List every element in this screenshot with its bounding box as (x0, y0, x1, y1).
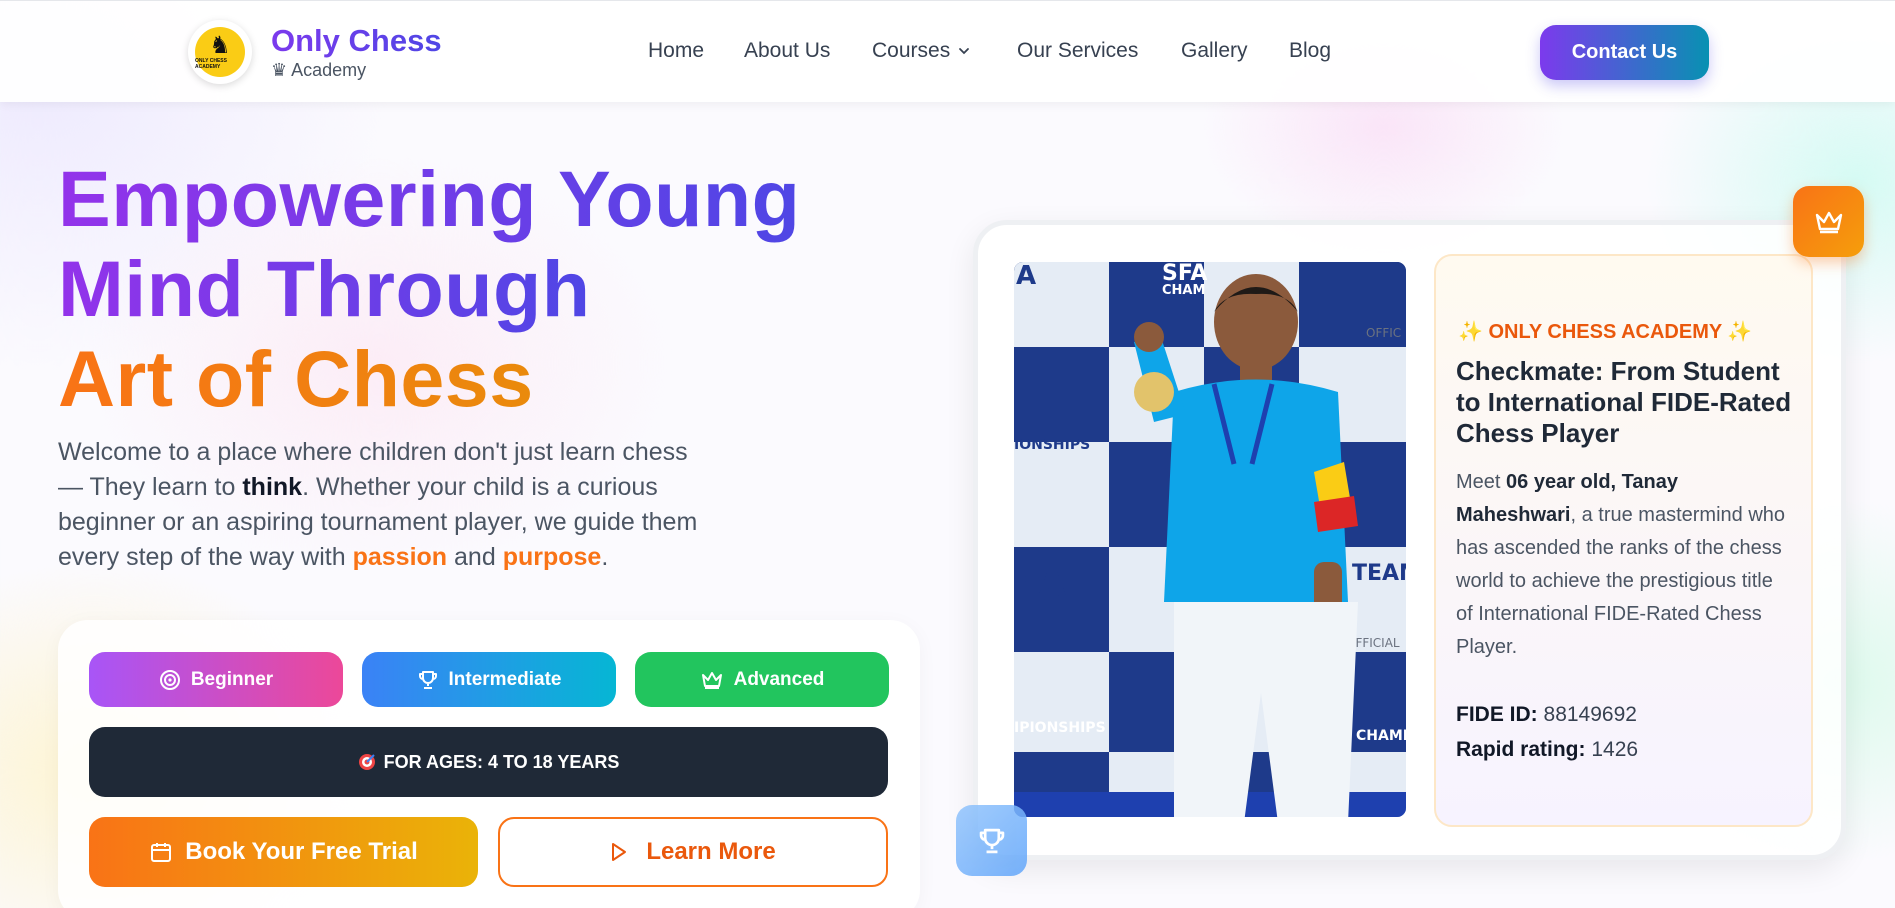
crown-badge (1793, 186, 1864, 257)
card-title: Checkmate: From Student to International… (1456, 356, 1792, 448)
card-body-a: Meet (1456, 471, 1507, 493)
ages-banner: FOR AGES: 4 TO 18 YEARS (89, 727, 888, 797)
nav-blog[interactable]: Blog (1289, 39, 1331, 63)
photo-text-team: TEAM (1352, 561, 1409, 586)
nav-courses[interactable]: Courses (872, 39, 972, 63)
logo-text: ONLY CHESS ACADEMY (195, 58, 227, 70)
chevron-down-icon (959, 48, 970, 55)
intermediate-button[interactable]: Intermediate (362, 652, 616, 707)
advanced-label: Advanced (733, 668, 825, 690)
hero-description: Welcome to a place where children don't … (58, 435, 718, 575)
beginner-label: Beginner (190, 668, 274, 690)
rapid-rating-label: Rapid rating: (1456, 738, 1586, 761)
hero-title-line1: Empowering Young (58, 154, 801, 243)
advanced-button[interactable]: Advanced (635, 652, 889, 707)
ages-label: FOR AGES: 4 TO 18 YEARS (383, 751, 620, 772)
nav-courses-label: Courses (872, 39, 951, 62)
lead-passion: passion (352, 543, 448, 571)
fide-id-label: FIDE ID: (1456, 703, 1538, 726)
intermediate-label: Intermediate (448, 668, 562, 690)
trophy-icon (418, 670, 437, 689)
card-description: Meet 06 year old, Tanay Maheshwari, a tr… (1456, 466, 1786, 664)
nav-home[interactable]: Home (648, 39, 704, 63)
contact-us-button[interactable]: Contact Us (1540, 25, 1709, 80)
beginner-button[interactable]: Beginner (89, 652, 343, 707)
book-free-trial-button[interactable]: Book Your Free Trial (89, 817, 478, 887)
brand-name[interactable]: Only Chess (271, 23, 442, 59)
target-icon (159, 669, 180, 690)
fide-details: FIDE ID: 88149692 Rapid rating: 1426 (1456, 697, 1638, 767)
play-icon (612, 843, 627, 861)
photo-text-cham: CHAM (1162, 283, 1205, 298)
dart-target-icon (358, 754, 375, 770)
photo-text-fa: FA (1014, 564, 1068, 610)
photo-text-ionships: IONSHIPS (1014, 437, 1090, 453)
lead-think: think (242, 473, 303, 501)
hero-title-line3: Art of Chess (58, 334, 534, 423)
crown-icon (1815, 211, 1842, 233)
student-photo-image: A SFA CHAM OFFIC IONSHIPS FA TEAM OFFICI… (1014, 262, 1409, 817)
crown-icon (701, 671, 722, 689)
learn-more-button[interactable]: Learn More (498, 817, 888, 887)
top-navbar: ♞ ONLY CHESS ACADEMY Only Chess ♛ Academ… (0, 0, 1895, 102)
rapid-rating-row: Rapid rating: 1426 (1456, 732, 1638, 767)
trophy-badge (956, 805, 1027, 876)
photo-text-ipionships: IPIONSHIPS (1014, 720, 1106, 736)
knight-logo-icon: ♞ ONLY CHESS ACADEMY (195, 27, 245, 77)
trophy-icon (979, 828, 1004, 853)
nav-about-us[interactable]: About Us (744, 39, 830, 63)
hero-title-line2: Mind Through (58, 244, 591, 333)
fide-id-row: FIDE ID: 88149692 (1456, 697, 1638, 732)
learn-label: Learn More (646, 838, 776, 865)
photo-text-a: A (1016, 262, 1036, 291)
lead-and: and (447, 543, 503, 571)
student-photo: A SFA CHAM OFFIC IONSHIPS FA TEAM OFFICI… (1011, 259, 1409, 820)
book-label: Book Your Free Trial (185, 838, 418, 865)
fide-id-value: 88149692 (1543, 703, 1637, 726)
nav-gallery[interactable]: Gallery (1181, 39, 1248, 63)
calendar-icon (151, 843, 172, 862)
brand-subtitle: ♛ Academy (271, 60, 367, 80)
nav-our-services[interactable]: Our Services (1017, 39, 1138, 63)
logo[interactable]: ♞ ONLY CHESS ACADEMY (188, 20, 252, 84)
photo-text-offic: OFFIC (1366, 326, 1401, 340)
academy-tag: ✨ ONLY CHESS ACADEMY ✨ (1458, 321, 1753, 343)
lead-purpose: purpose (502, 543, 602, 571)
photo-text-champ: CHAMP (1356, 728, 1409, 744)
lead-end: . (601, 543, 609, 571)
card-body-c: , a true mastermind who has ascended the… (1456, 504, 1786, 658)
rapid-rating-value: 1426 (1591, 738, 1639, 761)
